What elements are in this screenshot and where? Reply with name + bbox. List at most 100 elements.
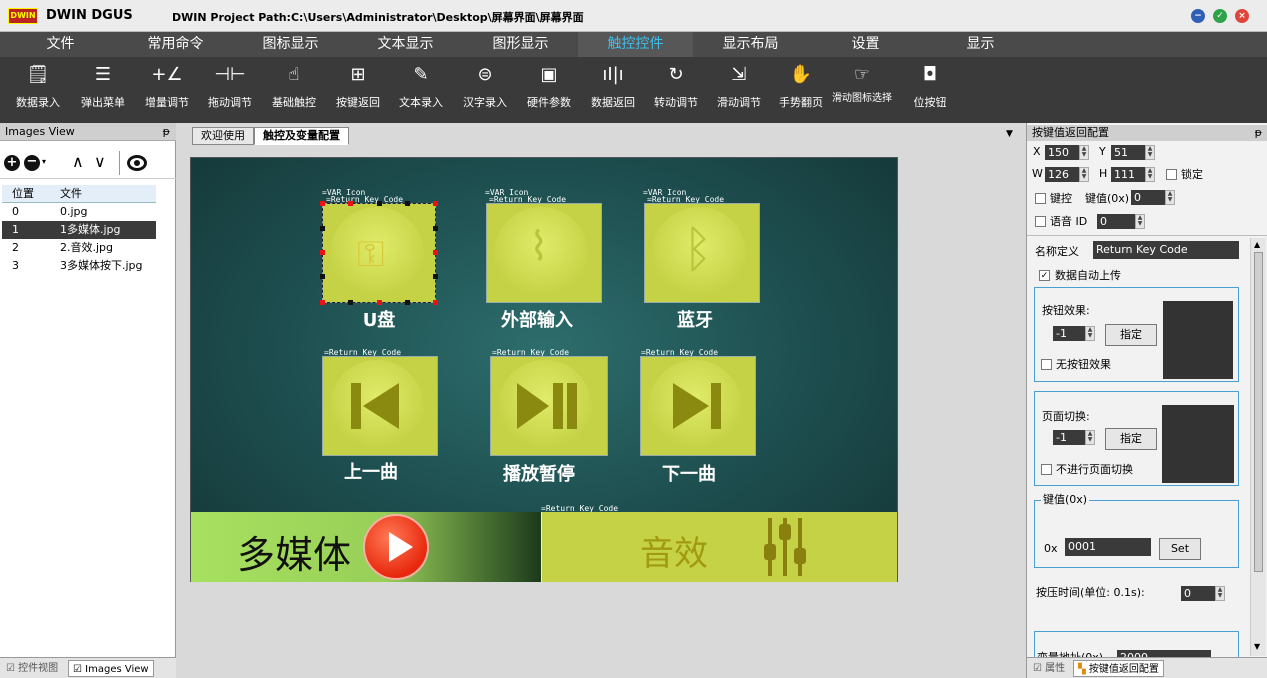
scroll-up-icon[interactable]: ▲ bbox=[1254, 240, 1260, 249]
add-image-icon[interactable]: + bbox=[4, 155, 20, 171]
menu-display[interactable]: 显示 bbox=[923, 32, 1038, 57]
tool-data-input[interactable]: 🗒 数据录入 bbox=[10, 57, 66, 123]
resize-handle[interactable] bbox=[348, 201, 353, 206]
resize-handle[interactable] bbox=[433, 226, 438, 231]
close-icon[interactable]: × bbox=[1235, 9, 1249, 23]
page-switch-stepper[interactable]: ▲ ▼ bbox=[1085, 430, 1095, 445]
tab-key-return-config[interactable]: ▚ 按键值返回配置 bbox=[1073, 660, 1164, 677]
menu-settings[interactable]: 设置 bbox=[808, 32, 923, 57]
minimize-icon[interactable]: − bbox=[1191, 9, 1205, 23]
voice-checkbox[interactable] bbox=[1035, 216, 1046, 227]
tool-text-input[interactable]: ✎ 文本录入 bbox=[393, 57, 449, 123]
x-stepper[interactable]: ▲ ▼ bbox=[1079, 145, 1089, 160]
multimedia-tab[interactable]: 多媒体 bbox=[191, 512, 541, 582]
tab-dropdown-icon[interactable]: ▼ bbox=[1006, 129, 1013, 139]
tab-properties[interactable]: ☑ 属性 bbox=[1029, 660, 1069, 677]
press-time-stepper[interactable]: ▲ ▼ bbox=[1215, 586, 1225, 601]
tab-welcome[interactable]: 欢迎使用 bbox=[192, 127, 254, 145]
menu-touch-controls[interactable]: 触控控件 bbox=[578, 32, 693, 57]
keyctrl-stepper[interactable]: ▲ ▼ bbox=[1165, 190, 1175, 205]
selection-frame[interactable] bbox=[322, 203, 436, 303]
resize-handle[interactable] bbox=[377, 201, 382, 206]
height-field[interactable]: 111 bbox=[1111, 167, 1145, 182]
resize-handle[interactable] bbox=[405, 300, 410, 305]
tool-data-return[interactable]: ıI|ı 数据返回 bbox=[585, 57, 641, 123]
resize-handle[interactable] bbox=[433, 250, 438, 255]
table-row[interactable]: 0 0.jpg bbox=[2, 203, 156, 221]
resize-handle[interactable] bbox=[433, 274, 438, 279]
menu-common[interactable]: 常用命令 bbox=[118, 32, 233, 57]
menu-file[interactable]: 文件 bbox=[3, 32, 118, 57]
auto-upload-checkbox[interactable]: ✓ bbox=[1039, 270, 1050, 281]
play-pause-button[interactable] bbox=[490, 356, 608, 456]
menu-layout[interactable]: 显示布局 bbox=[693, 32, 808, 57]
tool-bit-button[interactable]: ◘ 位按钮 bbox=[902, 57, 958, 123]
tool-popup-menu[interactable]: ☰ 弹出菜单 bbox=[75, 57, 131, 123]
button-effect-field[interactable]: -1 bbox=[1053, 326, 1085, 341]
menu-icon-display[interactable]: 图标显示 bbox=[233, 32, 348, 57]
eye-icon[interactable] bbox=[127, 155, 147, 171]
menu-text-display[interactable]: 文本显示 bbox=[348, 32, 463, 57]
move-up-icon[interactable]: ∧ bbox=[72, 152, 84, 171]
table-row[interactable]: 1 1多媒体.jpg bbox=[2, 221, 156, 239]
scrollbar-thumb[interactable] bbox=[1254, 252, 1263, 572]
width-stepper[interactable]: ▲ ▼ bbox=[1079, 167, 1089, 182]
height-stepper[interactable]: ▲ ▼ bbox=[1145, 167, 1155, 182]
voice-id-field[interactable]: 0 bbox=[1097, 214, 1135, 229]
tab-touch-variable-config[interactable]: 触控及变量配置 bbox=[254, 127, 349, 145]
previous-track-button[interactable] bbox=[322, 356, 438, 456]
keyctrl-value-field[interactable]: 0 bbox=[1131, 190, 1165, 205]
y-stepper[interactable]: ▲ ▼ bbox=[1145, 145, 1155, 160]
menu-graphic-display[interactable]: 图形显示 bbox=[463, 32, 578, 57]
assign-page-button[interactable]: 指定 bbox=[1105, 428, 1157, 450]
tool-rotate-adjust[interactable]: ↻ 转动调节 bbox=[648, 57, 704, 123]
resize-handle[interactable] bbox=[348, 300, 353, 305]
maximize-icon[interactable]: ✓ bbox=[1213, 9, 1227, 23]
tool-key-return[interactable]: ⊞ 按键返回 bbox=[330, 57, 386, 123]
tab-images-view[interactable]: ☑ Images View bbox=[68, 660, 154, 677]
set-button[interactable]: Set bbox=[1159, 538, 1201, 560]
pin-icon[interactable]: ᵽ bbox=[163, 123, 170, 141]
x-field[interactable]: 150 bbox=[1045, 145, 1079, 160]
keyctrl-checkbox[interactable] bbox=[1035, 193, 1046, 204]
resize-handle[interactable] bbox=[320, 250, 325, 255]
lock-checkbox[interactable] bbox=[1166, 169, 1177, 180]
dropdown-icon[interactable]: ▾ bbox=[42, 157, 46, 166]
resize-handle[interactable] bbox=[377, 300, 382, 305]
resize-handle[interactable] bbox=[320, 201, 325, 206]
resize-handle[interactable] bbox=[405, 201, 410, 206]
tool-basic-touch[interactable]: ☝ 基础触控 bbox=[266, 57, 322, 123]
remove-image-icon[interactable]: − bbox=[24, 155, 40, 171]
voice-stepper[interactable]: ▲ ▼ bbox=[1135, 214, 1145, 229]
name-field[interactable]: Return Key Code bbox=[1093, 241, 1239, 259]
scroll-down-icon[interactable]: ▼ bbox=[1254, 642, 1260, 651]
move-down-icon[interactable]: ∨ bbox=[94, 152, 106, 171]
resize-handle[interactable] bbox=[320, 300, 325, 305]
press-time-field[interactable]: 0 bbox=[1181, 586, 1215, 601]
no-button-effect-checkbox[interactable] bbox=[1041, 359, 1052, 370]
next-track-button[interactable] bbox=[640, 356, 756, 456]
sound-effect-tab[interactable]: 音效 bbox=[541, 512, 897, 582]
tool-slide-icon-select[interactable]: ☞ 滑动图标选择 bbox=[831, 57, 893, 123]
screen-canvas[interactable]: =VAR Icon =Return Key Code ⚿ U盘 =VAR Ico… bbox=[190, 157, 898, 582]
tool-slide-adjust[interactable]: ⇲ 滑动调节 bbox=[711, 57, 767, 123]
pin-icon[interactable]: ᵽ bbox=[1255, 125, 1262, 141]
resize-handle[interactable] bbox=[433, 300, 438, 305]
table-row[interactable]: 2 2.音效.jpg bbox=[2, 239, 156, 257]
bluetooth-button[interactable]: ᛒ bbox=[644, 203, 760, 303]
tool-gesture-page[interactable]: ✋ 手势翻页 bbox=[773, 57, 829, 123]
resize-handle[interactable] bbox=[320, 274, 325, 279]
external-input-button[interactable]: ⌇ bbox=[486, 203, 602, 303]
y-field[interactable]: 51 bbox=[1111, 145, 1145, 160]
resize-handle[interactable] bbox=[433, 201, 438, 206]
no-page-switch-checkbox[interactable] bbox=[1041, 464, 1052, 475]
width-field[interactable]: 126 bbox=[1045, 167, 1079, 182]
tool-hardware-params[interactable]: ▣ 硬件参数 bbox=[521, 57, 577, 123]
page-switch-field[interactable]: -1 bbox=[1053, 430, 1085, 445]
tab-controls-view[interactable]: ☑ 控件视图 bbox=[2, 660, 62, 677]
tool-drag-adjust[interactable]: ⊣⊢ 拖动调节 bbox=[202, 57, 258, 123]
scrollbar[interactable]: ▲ ▼ bbox=[1250, 238, 1266, 656]
key-value-field[interactable]: 0001 bbox=[1065, 538, 1151, 556]
assign-button[interactable]: 指定 bbox=[1105, 324, 1157, 346]
table-row[interactable]: 3 3多媒体按下.jpg bbox=[2, 257, 156, 275]
